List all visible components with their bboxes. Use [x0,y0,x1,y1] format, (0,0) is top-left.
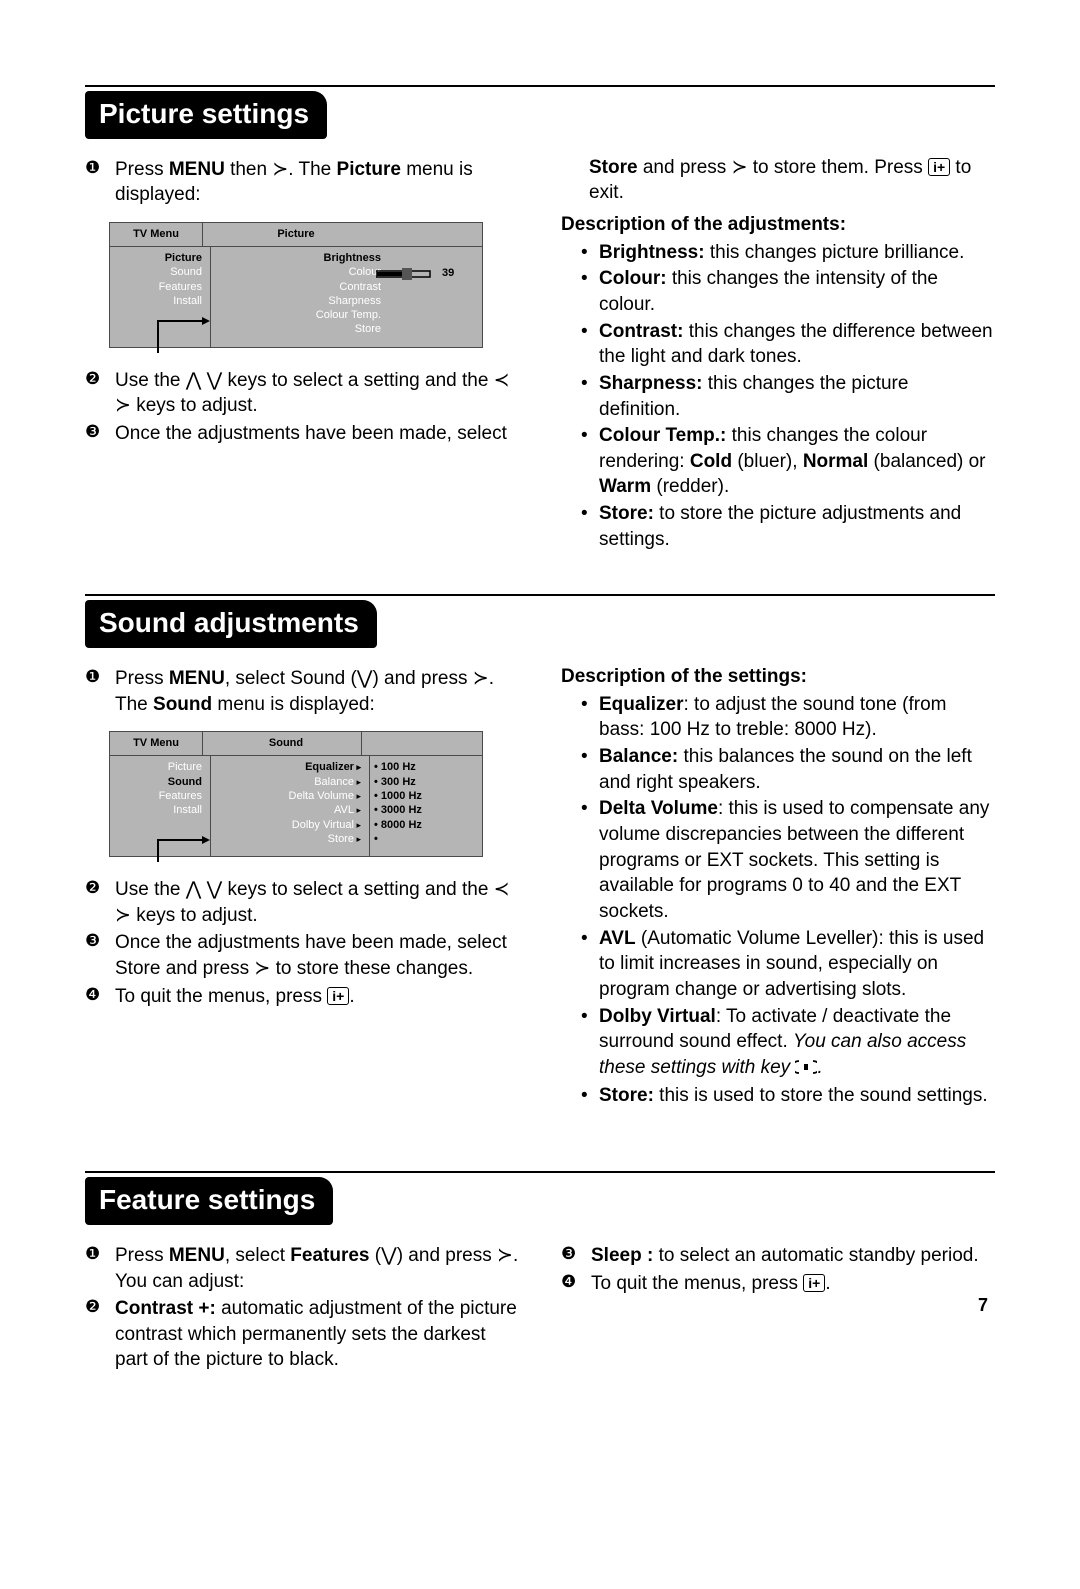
brightness-slider-icon: 39 [376,266,454,281]
two-column-layout: ❶ Press MENU then ≻. The Picture menu is… [85,155,995,555]
desc-heading: Description of the settings: [561,664,995,690]
right-arrow-icon: ≻ [732,157,748,178]
desc-heading: Description of the adjustments: [561,212,995,238]
tvmenu-header: TV Menu [110,223,203,246]
page-number: 7 [978,1293,988,1317]
rule [85,85,995,87]
heading-sound-adjustments: Sound adjustments [85,600,377,648]
info-icon: i+ [928,158,950,176]
surround-icon [795,1057,817,1083]
info-icon: i+ [327,987,349,1005]
tv-menu-sound-diagram: TV Menu Sound Picture Sound Features Ins… [109,731,483,857]
step-3: ❸ Once the adjustments have been made, s… [85,421,519,447]
heading-feature-settings: Feature settings [85,1177,333,1225]
right-arrow-icon: ≻ [254,958,270,979]
connector-arrow-icon [148,315,218,355]
manual-page: Picture settings ❶ Press MENU then ≻. Th… [0,0,1080,1375]
step-3: ❸Sleep : to select an automatic standby … [561,1243,995,1269]
step-2: ❷Use the ⋀ ⋁ keys to select a setting an… [85,877,519,928]
rule [85,594,995,596]
step-2: ❷Contrast +: automatic adjustment of the… [85,1296,519,1373]
right-arrow-icon: ≻ [473,668,489,689]
step-1: ❶Press MENU, select Features (⋁) and pre… [85,1243,519,1294]
step-1: ❶ Press MENU, select Sound (⋁) and press… [85,666,519,717]
right-arrow-icon: ≻ [272,159,288,180]
down-arrow-icon: ⋁ [357,668,373,689]
step-4: ❹To quit the menus, press i+. [561,1271,995,1297]
left-arrow-icon: ≺ [494,370,510,391]
right-arrow-icon: ≻ [497,1245,513,1266]
connector-arrow-icon [148,834,218,864]
down-arrow-icon: ⋁ [381,1245,397,1266]
info-icon: i+ [803,1274,825,1292]
step-1: ❶ Press MENU then ≻. The Picture menu is… [85,157,519,208]
heading-picture-settings: Picture settings [85,91,327,139]
up-arrow-icon: ⋀ [186,370,202,391]
rule [85,1171,995,1173]
left-column: ❶ Press MENU then ≻. The Picture menu is… [85,155,519,555]
right-arrow-icon: ≻ [115,395,131,416]
tv-menu-picture-diagram: TV Menu Picture Picture Sound Features I… [109,222,483,348]
right-column: Store and press ≻ to store them. Press i… [561,155,995,555]
down-arrow-icon: ⋁ [207,370,223,391]
step-2: ❷ Use the ⋀ ⋁ keys to select a setting a… [85,368,519,419]
step-4: ❹To quit the menus, press i+. [85,984,519,1010]
step-3: ❸Once the adjustments have been made, se… [85,930,519,981]
